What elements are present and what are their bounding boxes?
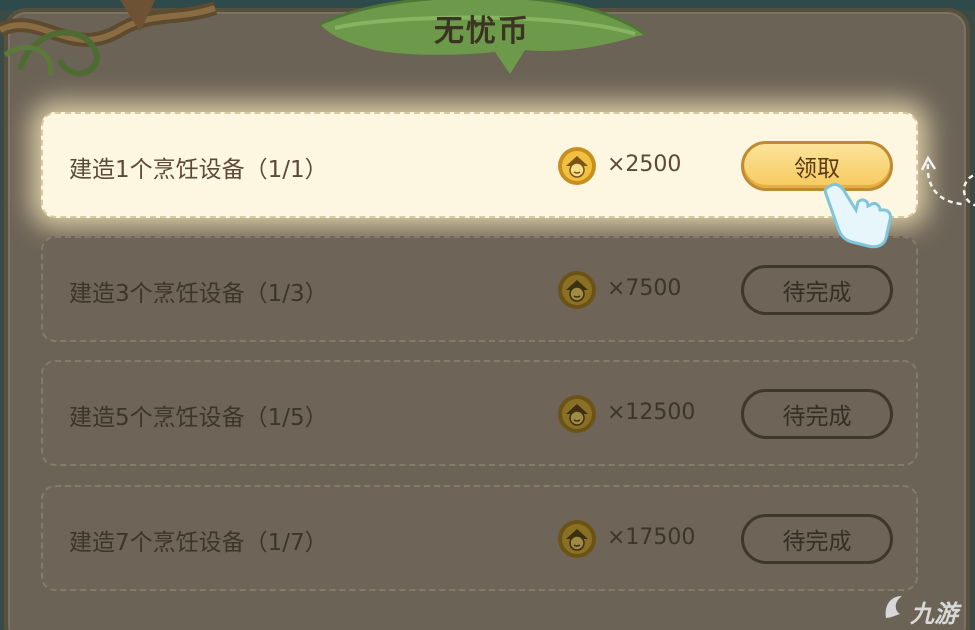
pending-button[interactable]: 待完成 xyxy=(741,514,893,564)
task-row-3: 建造5个烹饪设备（1/5） ×12500 待完成 xyxy=(41,360,918,466)
reward-amount: ×2500 xyxy=(607,152,682,177)
reward-amount: ×12500 xyxy=(607,400,696,425)
curved-arrow-icon xyxy=(920,155,975,207)
task-row-1: 建造1个烹饪设备（1/1） ×2500 领取 xyxy=(41,112,918,218)
task-label: 建造5个烹饪设备（1/5） xyxy=(69,405,328,431)
pointing-hand-icon xyxy=(823,182,892,249)
task-row-4: 建造7个烹饪设备（1/7） ×17500 待完成 xyxy=(41,485,918,591)
task-label: 建造3个烹饪设备（1/3） xyxy=(69,281,328,307)
reward-amount: ×7500 xyxy=(607,276,682,301)
banner-title: 无忧币 xyxy=(434,14,530,49)
reward-amount: ×17500 xyxy=(607,525,696,550)
coin-icon xyxy=(558,271,596,309)
pending-button[interactable]: 待完成 xyxy=(741,389,893,439)
coin-icon xyxy=(558,520,596,558)
task-row-2: 建造3个烹饪设备（1/3） ×7500 待完成 xyxy=(41,236,918,342)
watermark-text: 九游 xyxy=(910,600,958,628)
pending-button[interactable]: 待完成 xyxy=(741,265,893,315)
task-label: 建造7个烹饪设备（1/7） xyxy=(69,530,328,556)
coin-icon xyxy=(558,395,596,433)
coin-icon xyxy=(558,147,596,185)
vine-decoration xyxy=(0,0,218,77)
task-label: 建造1个烹饪设备（1/1） xyxy=(69,157,328,183)
